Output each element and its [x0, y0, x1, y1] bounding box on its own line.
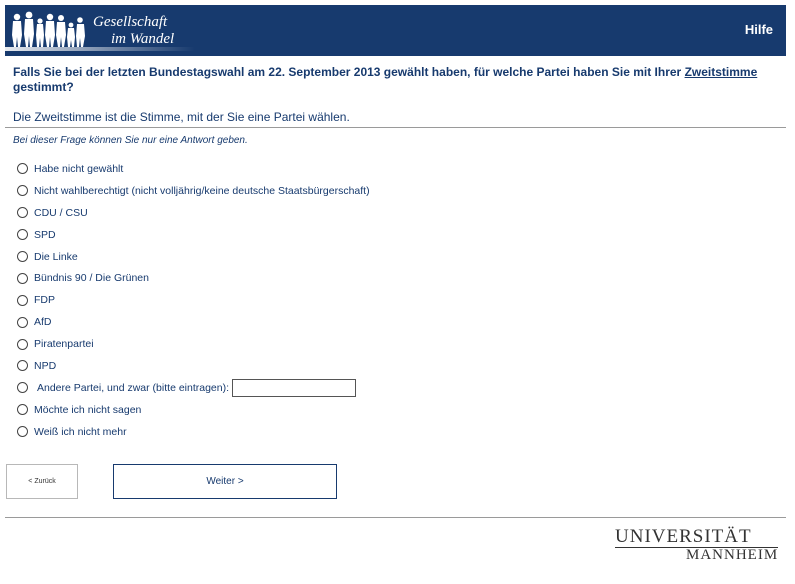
question-text-before: Falls Sie bei der letzten Bundestagswahl…	[13, 65, 685, 79]
radio-button[interactable]	[17, 426, 28, 438]
option-label: Möchte ich nicht sagen	[34, 403, 142, 416]
university-logo: UNIVERSITÄT MANNHEIM	[615, 526, 779, 563]
radio-button[interactable]	[17, 229, 28, 241]
radio-button[interactable]	[17, 207, 28, 219]
option-moechte-nicht-sagen[interactable]: Möchte ich nicht sagen	[17, 399, 370, 421]
question-explanation: Die Zweitstimme ist die Stimme, mit der …	[13, 110, 350, 124]
zweitstimme-link[interactable]: Zweitstimme	[685, 65, 758, 79]
back-button[interactable]: < Zurück	[6, 464, 78, 499]
footer-divider	[5, 517, 786, 518]
divider	[5, 127, 786, 128]
logo-line-2: im Wandel	[111, 31, 175, 47]
option-label: Habe nicht gewählt	[34, 162, 124, 175]
logo-text: Gesellschaft im Wandel	[93, 14, 174, 48]
radio-button[interactable]	[17, 294, 28, 306]
option-piratenpartei[interactable]: Piratenpartei	[17, 333, 370, 355]
radio-button[interactable]	[17, 251, 28, 262]
option-habe-nicht-gewaehlt[interactable]: Habe nicht gewählt	[17, 158, 370, 180]
radio-button[interactable]	[17, 163, 28, 175]
next-button[interactable]: Weiter >	[113, 464, 337, 499]
option-andere-partei[interactable]: Andere Partei, und zwar (bitte eintragen…	[17, 377, 370, 399]
option-spd[interactable]: SPD	[17, 224, 370, 246]
radio-button[interactable]	[17, 338, 28, 350]
university-logo-line-2: MANNHEIM	[615, 547, 779, 563]
radio-button[interactable]	[17, 272, 28, 284]
question-text: Falls Sie bei der letzten Bundestagswahl…	[13, 65, 773, 95]
university-logo-line-1: UNIVERSITÄT	[615, 526, 752, 547]
option-label: Nicht wahlberechtigt (nicht volljährig/k…	[34, 184, 370, 197]
option-label: SPD	[34, 228, 56, 241]
option-afd[interactable]: AfD	[17, 311, 370, 333]
help-link[interactable]: Hilfe	[745, 22, 773, 37]
option-label: Die Linke	[34, 250, 78, 263]
option-weiss-nicht-mehr[interactable]: Weiß ich nicht mehr	[17, 421, 370, 443]
radio-button[interactable]	[17, 360, 28, 372]
header-bar: Gesellschaft im Wandel Hilfe	[5, 5, 786, 56]
option-label: Andere Partei, und zwar (bitte eintragen…	[37, 381, 230, 394]
option-label: Bündnis 90 / Die Grünen	[34, 272, 149, 285]
option-npd[interactable]: NPD	[17, 355, 370, 377]
option-label: CDU / CSU	[34, 206, 88, 219]
radio-button[interactable]	[17, 316, 28, 328]
radio-button[interactable]	[17, 404, 28, 416]
option-label: Weiß ich nicht mehr	[34, 425, 127, 438]
answer-instruction: Bei dieser Frage können Sie nur eine Ant…	[13, 135, 248, 146]
radio-button[interactable]	[17, 382, 28, 394]
option-fdp[interactable]: FDP	[17, 289, 370, 311]
answer-options: Habe nicht gewählt Nicht wahlberechtigt …	[17, 158, 370, 443]
option-label: AfD	[34, 316, 52, 329]
logo: Gesellschaft im Wandel	[5, 5, 205, 56]
logo-line-1: Gesellschaft	[93, 14, 168, 30]
question-text-after: gestimmt?	[13, 80, 74, 94]
option-nicht-wahlberechtigt[interactable]: Nicht wahlberechtigt (nicht volljährig/k…	[17, 180, 370, 202]
other-party-input[interactable]	[232, 378, 357, 397]
option-die-linke[interactable]: Die Linke	[17, 246, 370, 268]
option-label: FDP	[34, 294, 55, 307]
option-label: Piratenpartei	[34, 338, 94, 351]
radio-button[interactable]	[17, 185, 28, 197]
option-label: NPD	[34, 359, 57, 372]
option-cdu-csu[interactable]: CDU / CSU	[17, 202, 370, 224]
option-gruene[interactable]: Bündnis 90 / Die Grünen	[17, 267, 370, 289]
